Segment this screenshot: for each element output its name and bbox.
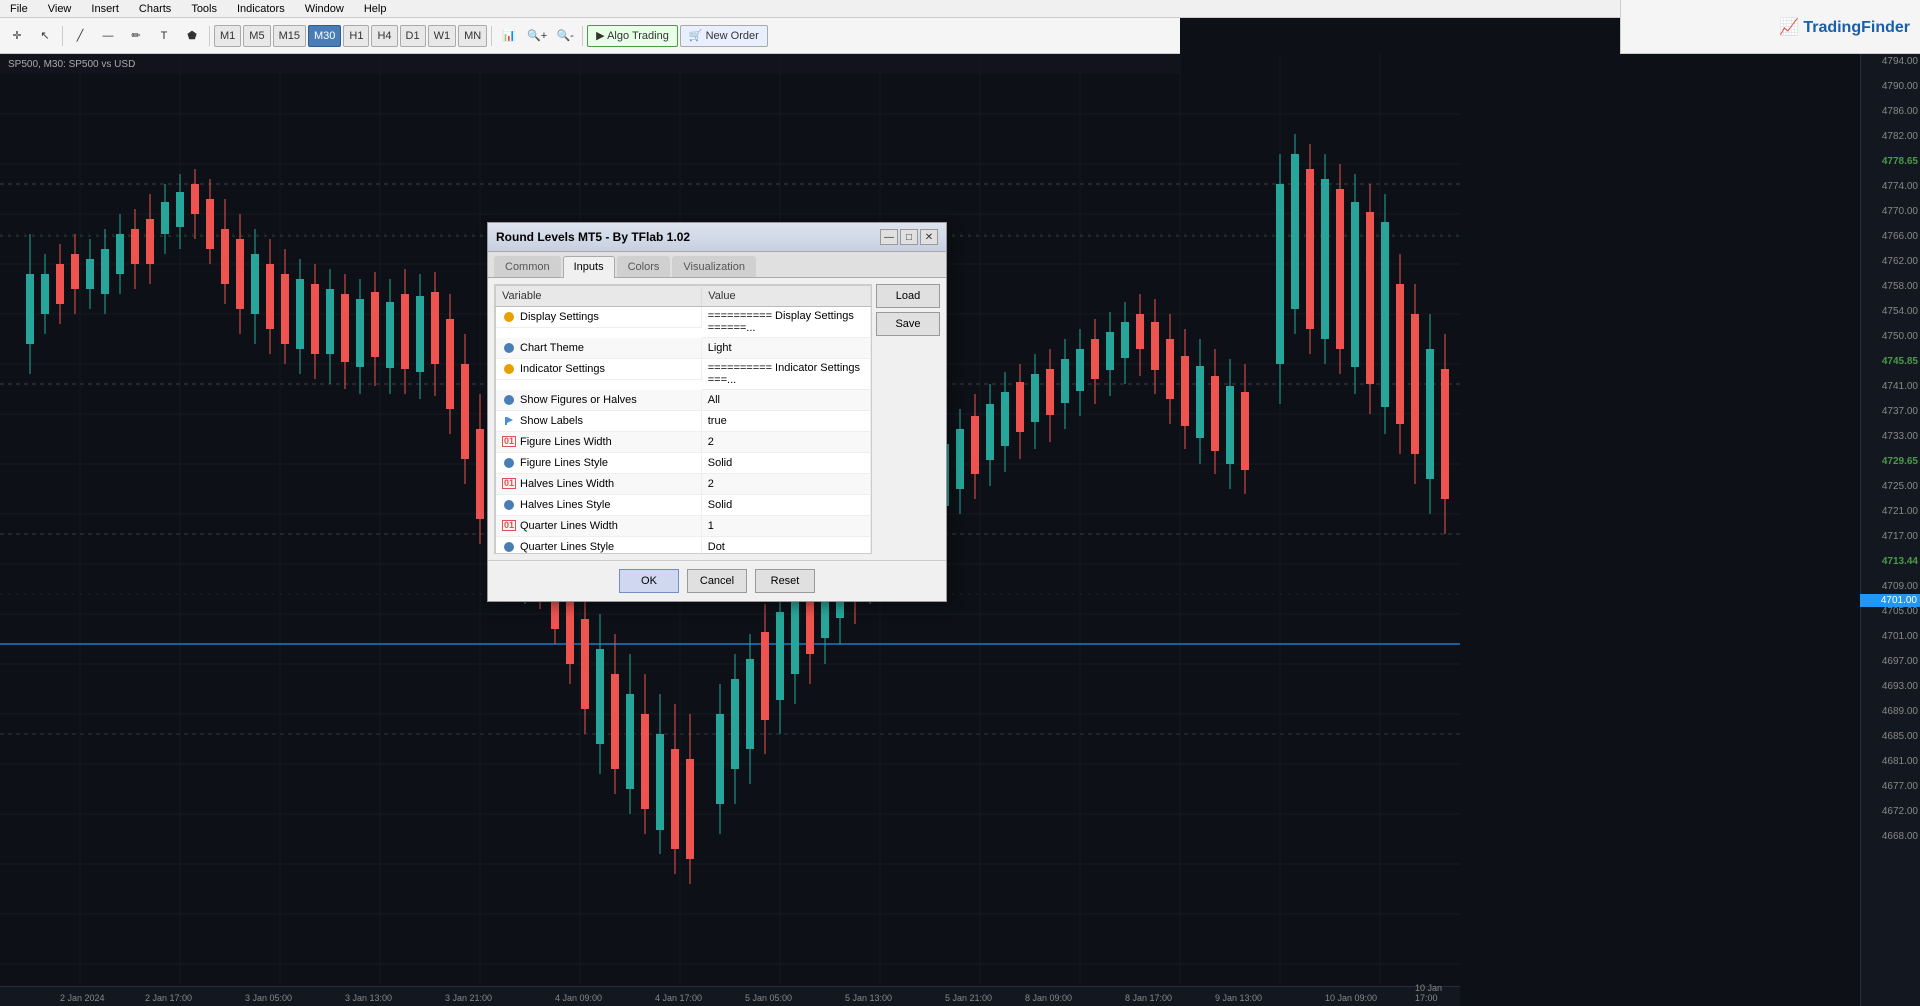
color-icon	[502, 498, 516, 512]
col-value: Value	[702, 286, 871, 307]
modal-overlay: Round Levels MT5 - By TFlab 1.02 — □ ✕ C…	[0, 0, 1920, 1006]
color-icon	[502, 310, 516, 324]
variable-name: Figure Lines Width	[520, 436, 612, 448]
dialog-title: Round Levels MT5 - By TFlab 1.02	[496, 230, 690, 244]
table-row[interactable]: Display Settings ========== Display Setti…	[496, 307, 871, 338]
variable-cell: Indicator Settings	[496, 359, 702, 380]
variable-name: Quarter Lines Width	[520, 520, 618, 532]
table-with-buttons: Variable Value Display Settings =========…	[494, 284, 940, 554]
color-icon	[502, 393, 516, 407]
table-row[interactable]: Indicator Settings ========== Indicator S…	[496, 359, 871, 390]
variable-cell: Chart Theme	[496, 338, 702, 359]
value-cell: Light	[702, 338, 871, 359]
value-cell: 2	[702, 432, 871, 453]
table-row[interactable]: 01 Quarter Lines Width 1	[496, 516, 871, 537]
value-cell: true	[702, 411, 871, 432]
close-button[interactable]: ✕	[920, 229, 938, 245]
value-cell: Solid	[702, 495, 871, 516]
flag-icon	[502, 414, 516, 428]
color-icon	[502, 362, 516, 376]
dialog-controls: — □ ✕	[880, 229, 938, 245]
tab-visualization[interactable]: Visualization	[672, 256, 756, 277]
variable-name: Display Settings	[520, 311, 599, 323]
load-button[interactable]: Load	[876, 284, 940, 308]
value-cell: Dot	[702, 537, 871, 555]
variable-cell: Figure Lines Style	[496, 453, 702, 474]
variable-name: Indicator Settings	[520, 363, 605, 375]
color-icon	[502, 540, 516, 554]
minimize-button[interactable]: —	[880, 229, 898, 245]
variable-name: Quarter Lines Style	[520, 541, 614, 553]
color-icon	[502, 341, 516, 355]
variable-name: Show Figures or Halves	[520, 394, 637, 406]
value-cell: Solid	[702, 453, 871, 474]
dialog-tabs: Common Inputs Colors Visualization	[488, 252, 946, 278]
table-row[interactable]: Chart Theme Light	[496, 338, 871, 359]
table-row[interactable]: Show Figures or Halves All	[496, 390, 871, 411]
variable-name: Halves Lines Width	[520, 478, 614, 490]
table-scroll-container[interactable]: Variable Value Display Settings =========…	[494, 284, 872, 554]
variable-cell: Show Figures or Halves	[496, 390, 702, 411]
table-row[interactable]: 01 Halves Lines Width 2	[496, 474, 871, 495]
maximize-button[interactable]: □	[900, 229, 918, 245]
settings-dialog: Round Levels MT5 - By TFlab 1.02 — □ ✕ C…	[487, 222, 947, 602]
variables-table: Variable Value Display Settings =========…	[495, 285, 871, 554]
dialog-body: Variable Value Display Settings =========…	[488, 278, 946, 560]
variable-cell: 01 Figure Lines Width	[496, 432, 702, 453]
variable-cell: 01 Halves Lines Width	[496, 474, 702, 495]
num-icon: 01	[502, 477, 516, 491]
col-variable: Variable	[496, 286, 702, 307]
variable-cell: Halves Lines Style	[496, 495, 702, 516]
value-cell: ========== Indicator Settings ===...	[702, 359, 871, 390]
value-cell: 1	[702, 516, 871, 537]
table-row[interactable]: Figure Lines Style Solid	[496, 453, 871, 474]
side-buttons: Load Save	[876, 284, 940, 336]
table-row[interactable]: Halves Lines Style Solid	[496, 495, 871, 516]
value-cell: ========== Display Settings ======...	[702, 307, 871, 338]
tab-inputs[interactable]: Inputs	[563, 256, 615, 278]
variable-cell: 01 Quarter Lines Width	[496, 516, 702, 537]
num-icon: 01	[502, 519, 516, 533]
variable-name: Chart Theme	[520, 342, 584, 354]
table-row[interactable]: Quarter Lines Style Dot	[496, 537, 871, 555]
variable-cell: Quarter Lines Style	[496, 537, 702, 555]
table-container-wrapper: Variable Value Display Settings =========…	[494, 284, 872, 554]
table-row[interactable]: 01 Figure Lines Width 2	[496, 432, 871, 453]
variable-cell: Show Labels	[496, 411, 702, 432]
variable-name: Figure Lines Style	[520, 457, 608, 469]
dialog-footer: OK Cancel Reset	[488, 560, 946, 601]
color-icon	[502, 456, 516, 470]
ok-button[interactable]: OK	[619, 569, 679, 593]
tab-colors[interactable]: Colors	[617, 256, 671, 277]
value-cell: All	[702, 390, 871, 411]
save-button[interactable]: Save	[876, 312, 940, 336]
reset-button[interactable]: Reset	[755, 569, 815, 593]
dialog-title-bar[interactable]: Round Levels MT5 - By TFlab 1.02 — □ ✕	[488, 223, 946, 252]
tab-common[interactable]: Common	[494, 256, 561, 277]
table-row[interactable]: Show Labels true	[496, 411, 871, 432]
cancel-button[interactable]: Cancel	[687, 569, 747, 593]
variable-name: Show Labels	[520, 415, 583, 427]
variable-name: Halves Lines Style	[520, 499, 611, 511]
num-icon: 01	[502, 435, 516, 449]
value-cell: 2	[702, 474, 871, 495]
variable-cell: Display Settings	[496, 307, 702, 328]
